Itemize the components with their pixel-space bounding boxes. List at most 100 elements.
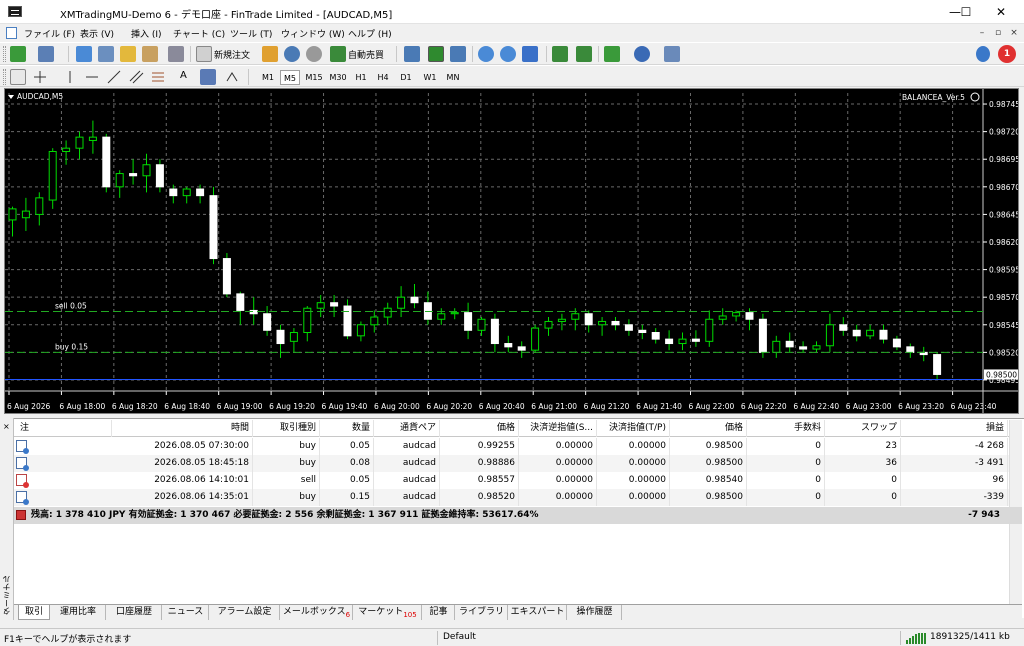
timeframe-h4[interactable]: H4 [372,70,394,85]
data-window-icon[interactable] [98,46,114,62]
toolbar-grip[interactable] [3,69,6,85]
crosshair-icon[interactable] [32,69,48,85]
account-summary-row[interactable]: 残高: 1 378 410 JPY 有効証拠金: 1 370 467 必要証拠金… [14,507,1022,524]
metaeditor-icon[interactable] [262,46,278,62]
zoom-in-icon[interactable] [478,46,494,62]
col-order[interactable]: 注 [14,420,112,437]
timeframe-m15[interactable]: M15 [302,70,326,85]
candlestick-icon[interactable] [428,46,444,62]
terminal-tab-0[interactable]: 取引 [18,605,50,620]
timeframe-mn[interactable]: MN [442,70,464,85]
col-profit[interactable]: 損益 [901,420,1008,437]
menu-view[interactable]: 表示 (V) [80,27,114,40]
terminal-tab-10[interactable]: 操作履歴 [568,605,622,620]
mdi-restore-button[interactable]: ▫ [992,27,1004,39]
chart-canvas[interactable]: 6 Aug 2026 6 Aug 18:00 6 Aug 18:20 6 Aug 18… [5,89,1018,413]
timeframe-d1[interactable]: D1 [395,70,417,85]
col-current-price[interactable]: 価格 [670,420,747,437]
terminal-tab-9[interactable]: エキスパート [509,605,567,620]
candle [517,341,526,358]
terminal-tab-3[interactable]: ニュース [163,605,209,620]
periods-icon[interactable] [634,46,650,62]
candle-body-up [397,296,406,309]
col-symbol[interactable]: 通貨ペア [374,420,440,437]
terminal-close-button[interactable]: × [3,422,10,431]
menu-help[interactable]: ヘルプ (H) [348,27,392,40]
bar-chart-icon[interactable] [404,46,420,62]
terminal-icon[interactable] [142,46,158,62]
timeframe-m30[interactable]: M30 [326,70,350,85]
x-tick-label: 6 Aug 23:00 [846,402,892,411]
tester-icon[interactable] [168,46,184,62]
col-price[interactable]: 価格 [440,420,519,437]
trendline-icon[interactable] [106,69,122,85]
menu-tools[interactable]: ツール (T) [230,27,272,40]
col-swap[interactable]: スワップ [825,420,901,437]
menu-file[interactable]: ファイル (F) [24,27,75,40]
mdi-close-button[interactable]: × [1008,27,1020,39]
timeframe-h1[interactable]: H1 [350,70,372,85]
indicators-icon[interactable] [604,46,620,62]
col-type[interactable]: 取引種別 [253,420,320,437]
x-tick-label: 6 Aug 19:40 [322,402,368,411]
text-tool[interactable]: A [180,70,187,81]
channel-icon[interactable] [128,69,144,85]
table-row[interactable]: 2026.08.06 14:10:01 sell 0.05 audcad 0.98557… [14,472,1022,489]
mdi-minimize-button[interactable]: – [976,27,988,39]
text-label-icon[interactable] [200,69,216,85]
line-chart-icon[interactable] [450,46,466,62]
auto-trading-icon[interactable] [330,46,346,62]
market-watch-icon[interactable] [76,46,92,62]
fibonacci-icon[interactable] [150,69,166,85]
search-icon[interactable] [976,46,990,62]
auto-trading-button[interactable]: 自動売買 [348,48,384,61]
col-sl[interactable]: 決済逆指値(S... [519,420,597,437]
menu-window[interactable]: ウィンドウ (W) [281,27,345,40]
col-commission[interactable]: 手数料 [747,420,825,437]
terminal-tab-5[interactable]: メールボックス6 [281,605,353,620]
timeframe-w1[interactable]: W1 [419,70,441,85]
profiles-icon[interactable] [38,46,54,62]
signals-icon[interactable] [306,46,322,62]
terminal-tab-6[interactable]: マーケット105 [354,605,422,620]
templates-icon[interactable] [664,46,680,62]
tile-windows-icon[interactable] [522,46,538,62]
chart-window-icon[interactable] [6,27,17,39]
menu-chart[interactable]: チャート (C) [173,27,225,40]
terminal-tab-7[interactable]: 記事 [423,605,455,620]
cell-tp: 0.00000 [597,489,670,506]
horizontal-line-icon[interactable] [84,69,100,85]
table-row[interactable]: 2026.08.05 07:30:00 buy 0.05 audcad 0.99255 0… [14,438,1022,455]
toolbar-grip[interactable] [3,46,6,62]
table-row[interactable]: 2026.08.06 14:35:01 buy 0.15 audcad 0.98520 0… [14,489,1022,506]
cell-sl: 0.00000 [519,455,597,472]
col-time[interactable]: 時間 [112,420,253,437]
terminal-tab-2[interactable]: 口座履歴 [107,605,162,620]
vertical-line-icon[interactable] [62,69,78,85]
candle [772,335,781,358]
cursor-icon[interactable] [10,69,26,85]
candle [276,324,285,358]
cell-time: 2026.08.06 14:10:01 [112,472,253,489]
new-chart-icon[interactable] [10,46,26,62]
close-window-button[interactable]: ✕ [978,0,1024,24]
table-row[interactable]: 2026.08.05 18:45:18 buy 0.08 audcad 0.98886 0… [14,455,1022,472]
new-order-button[interactable]: 新規注文 [214,48,250,61]
timeframe-m1[interactable]: M1 [257,70,279,85]
community-icon[interactable] [284,46,300,62]
timeframe-m5[interactable]: M5 [280,70,300,85]
price-chart[interactable]: 6 Aug 2026 6 Aug 18:00 6 Aug 18:20 6 Aug 18… [4,88,1019,414]
new-order-icon[interactable] [196,46,212,62]
menu-insert[interactable]: 挿入 (I) [131,27,162,40]
terminal-tab-8[interactable]: ライブラリ [456,605,508,620]
notification-badge[interactable]: 1 [998,45,1016,63]
zoom-out-icon[interactable] [500,46,516,62]
chart-shift-icon[interactable] [576,46,592,62]
navigator-icon[interactable] [120,46,136,62]
arrows-icon[interactable] [224,69,240,85]
col-tp[interactable]: 決済指値(T/P) [597,420,670,437]
terminal-tab-1[interactable]: 運用比率 [51,605,106,620]
terminal-tab-4[interactable]: アラーム設定 [210,605,280,620]
auto-scroll-icon[interactable] [552,46,568,62]
col-volume[interactable]: 数量 [320,420,374,437]
